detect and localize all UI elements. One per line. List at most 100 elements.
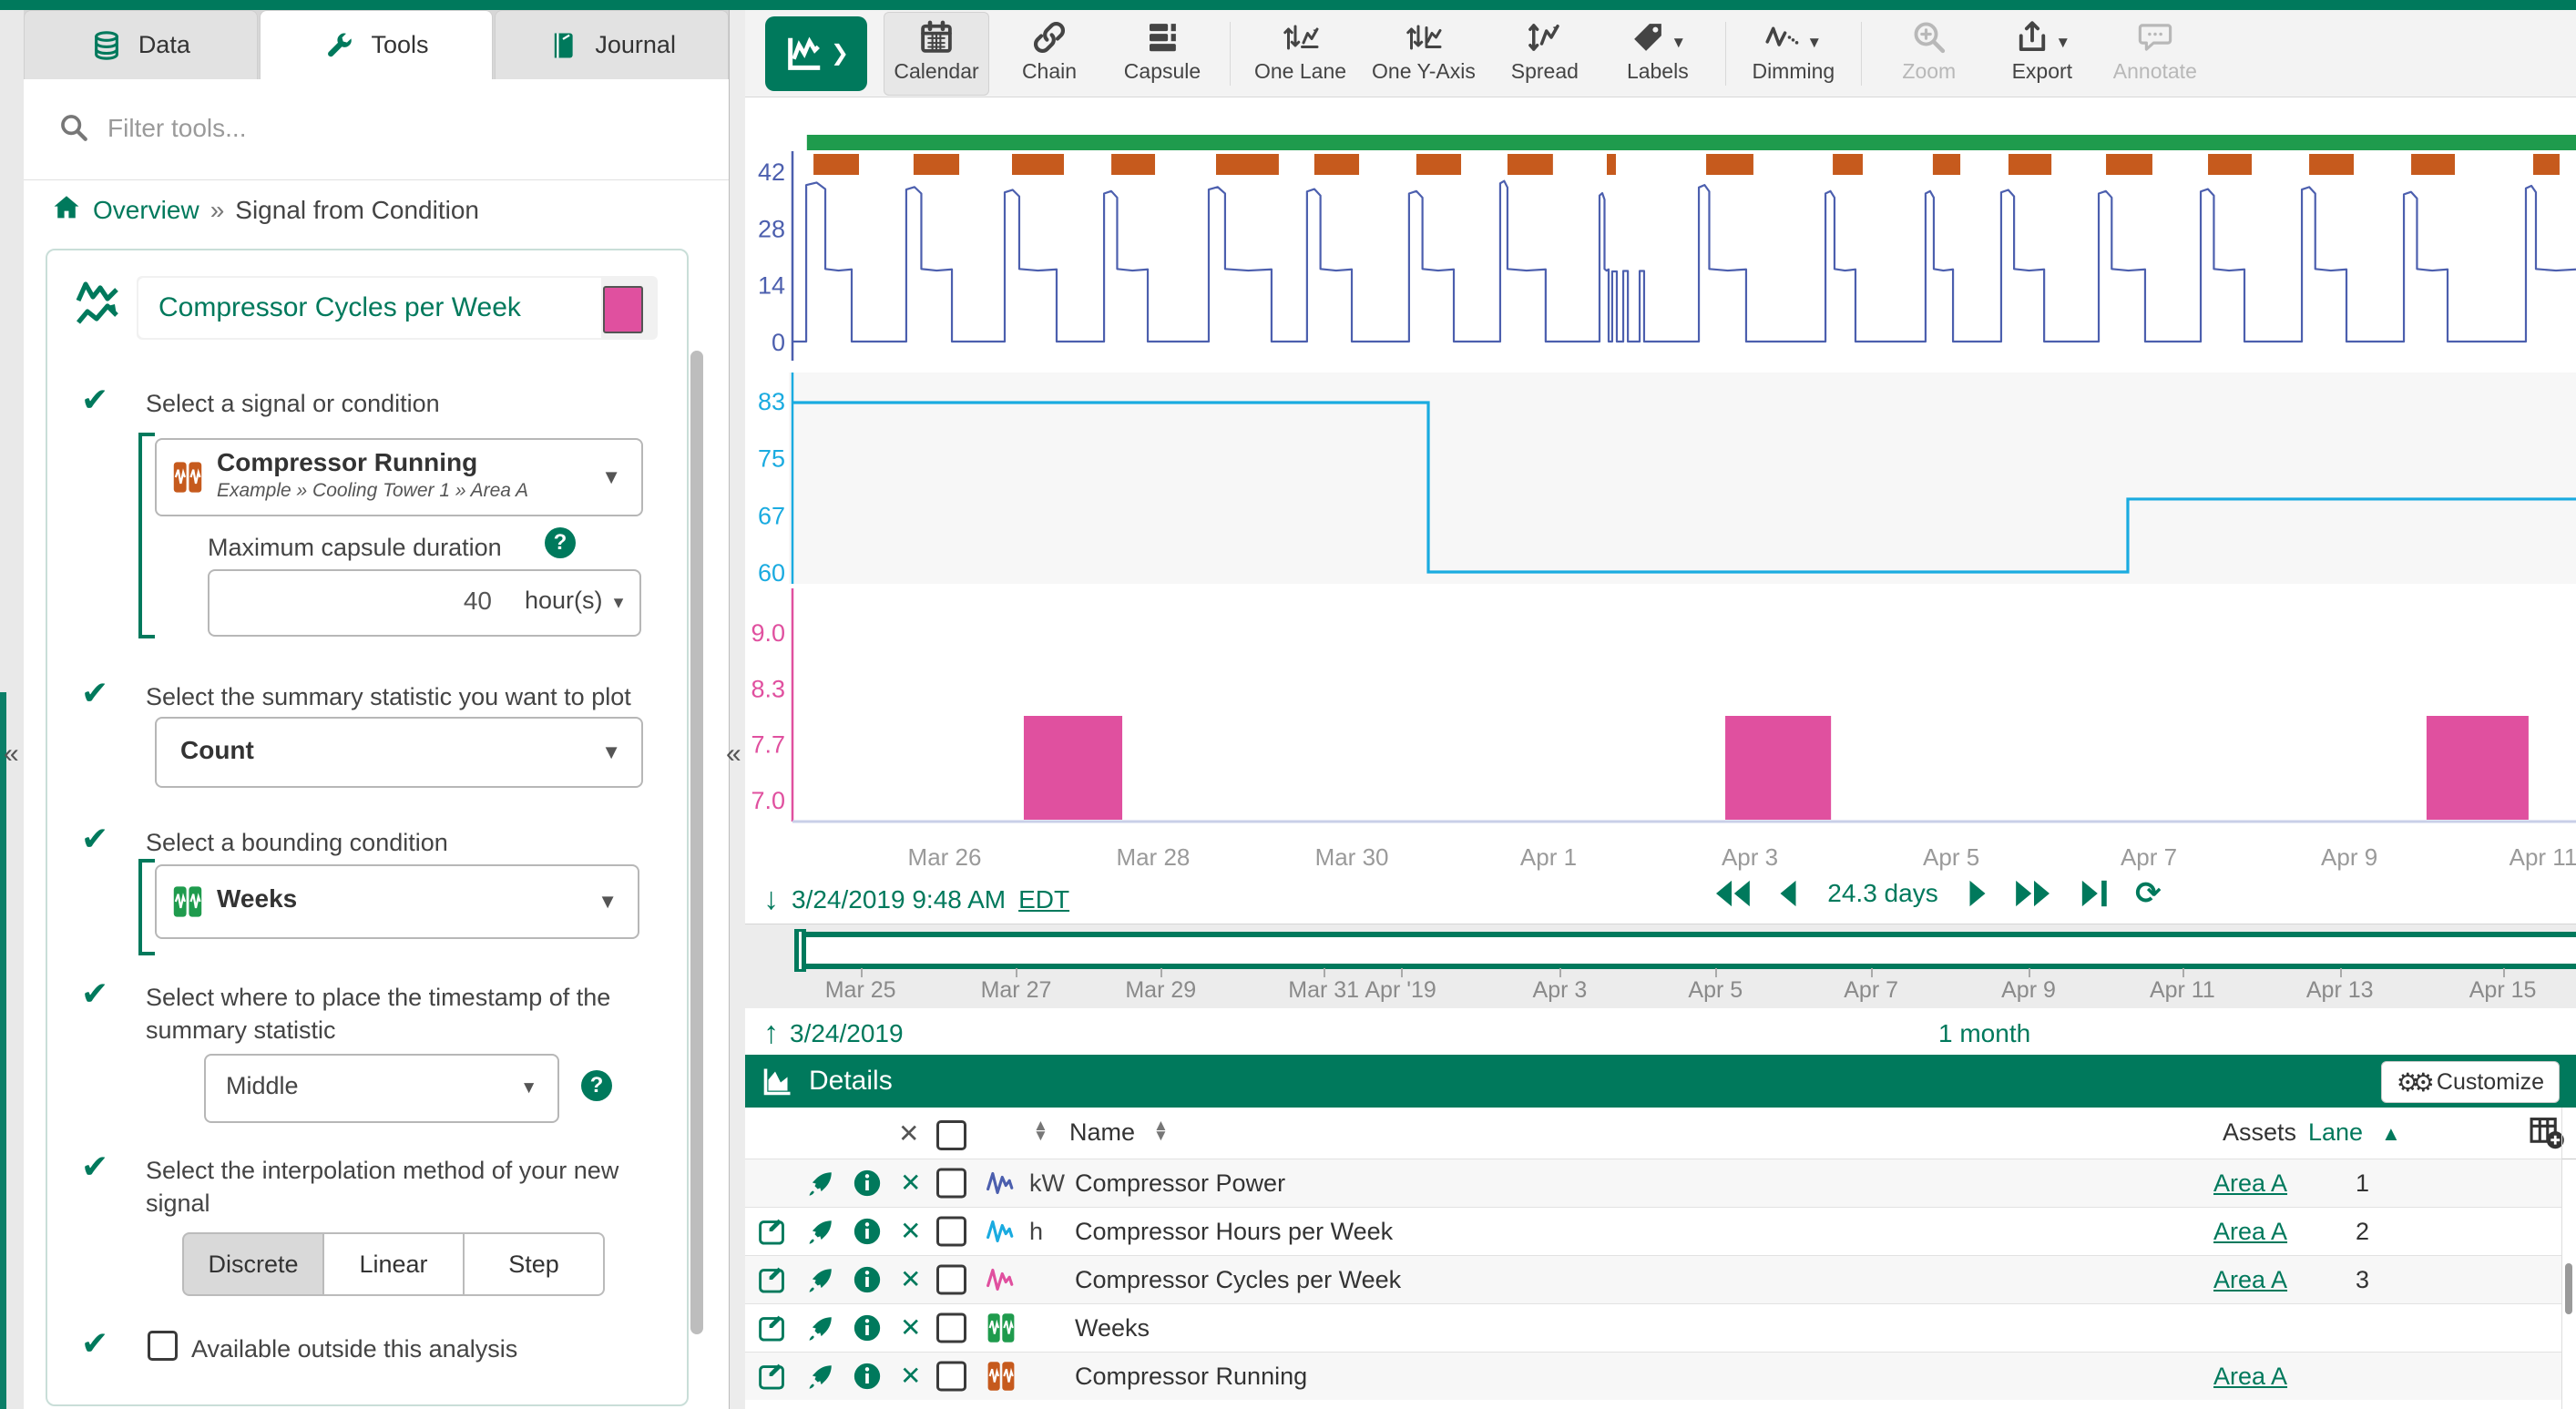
max-capsule-unit-select[interactable]: hour(s) ▼ xyxy=(508,569,641,637)
tab-tools[interactable]: Tools xyxy=(260,10,494,79)
sidebar-scrollbar[interactable] xyxy=(690,351,703,1334)
column-name-label[interactable]: Name xyxy=(1069,1118,1135,1147)
rocket-icon[interactable] xyxy=(805,1264,836,1295)
available-checkbox[interactable] xyxy=(148,1331,178,1361)
bar-compressor-cycles[interactable] xyxy=(2427,716,2529,820)
signal-select[interactable]: Compressor Running Example » Cooling Tow… xyxy=(155,438,643,516)
breadcrumb-overview-link[interactable]: Overview xyxy=(93,196,199,225)
table-row[interactable]: ✕kWCompressor PowerArea A1 xyxy=(745,1159,2561,1207)
tool-calendar[interactable]: Calendar xyxy=(884,12,989,96)
step-back-fast-icon[interactable] xyxy=(1711,878,1753,909)
filter-tools-input[interactable] xyxy=(106,105,692,152)
timeline-selection[interactable] xyxy=(800,932,2576,969)
capsule-compressor-running[interactable] xyxy=(2106,154,2152,175)
collapse-left-icon[interactable]: « xyxy=(4,739,19,770)
capsule-compressor-running[interactable] xyxy=(1111,154,1155,175)
capsule-compressor-running[interactable] xyxy=(2309,154,2354,175)
interp-option-step[interactable]: Step xyxy=(465,1232,605,1296)
tab-data[interactable]: Data xyxy=(24,10,258,79)
remove-icon[interactable]: ✕ xyxy=(900,1363,921,1389)
timeline-bar[interactable]: Mar 25Mar 27Mar 29Mar 31Apr '19Apr 3Apr … xyxy=(745,924,2576,1009)
sort-icon[interactable]: ▲▼ xyxy=(1153,1121,1169,1140)
bar-compressor-cycles[interactable] xyxy=(1725,716,1831,820)
capsule-compressor-running[interactable] xyxy=(813,154,859,175)
tool-dimming[interactable]: ▼Dimming xyxy=(1741,12,1846,96)
interp-option-discrete[interactable]: Discrete xyxy=(182,1232,324,1296)
tool-labels[interactable]: ▼Labels xyxy=(1605,12,1711,96)
range-start[interactable]: ↓ 3/24/2019 9:48 AM EDT xyxy=(763,882,1069,917)
investigate-start-value[interactable]: 3/24/2019 xyxy=(790,1019,904,1048)
remove-icon[interactable]: ✕ xyxy=(900,1170,921,1196)
info-icon[interactable] xyxy=(853,1217,882,1246)
capsule-compressor-running[interactable] xyxy=(1833,154,1863,175)
tool-chain[interactable]: Chain xyxy=(997,12,1102,96)
table-row[interactable]: ✕Compressor Cycles per WeekArea A3 xyxy=(745,1255,2561,1303)
table-row[interactable]: ✕Compressor RunningArea A xyxy=(745,1352,2561,1400)
capsule-weeks[interactable] xyxy=(807,135,2576,150)
series-compressor-power[interactable] xyxy=(792,181,2576,342)
left-collapse-strip[interactable]: « xyxy=(0,10,25,1409)
table-row[interactable]: ✕ Weeks xyxy=(745,1303,2561,1352)
rocket-icon[interactable] xyxy=(805,1312,836,1343)
remove-icon[interactable]: ✕ xyxy=(900,1315,921,1341)
add-column-icon[interactable] xyxy=(2529,1115,2565,1151)
trend-chart[interactable]: 4228140837567609.08.37.77.0Mar 26Mar 28M… xyxy=(745,97,2576,876)
capsule-compressor-running[interactable] xyxy=(1012,154,1064,175)
collapse-panel-icon[interactable]: « xyxy=(726,739,741,770)
customize-button[interactable]: ⚙⚙ Customize xyxy=(2381,1061,2560,1103)
range-start-value[interactable]: 3/24/2019 9:48 AM xyxy=(792,885,1006,914)
capsule-compressor-running[interactable] xyxy=(1706,154,1753,175)
refresh-icon[interactable]: ⟳ xyxy=(2135,878,2162,909)
row-checkbox[interactable] xyxy=(936,1265,966,1295)
edit-icon[interactable] xyxy=(758,1264,789,1295)
tool-one-lane[interactable]: One Lane xyxy=(1245,12,1355,96)
capsule-compressor-running[interactable] xyxy=(2411,154,2455,175)
bar-compressor-cycles[interactable] xyxy=(1024,716,1122,820)
capsule-compressor-running[interactable] xyxy=(1314,154,1359,175)
info-icon[interactable] xyxy=(853,1265,882,1294)
tool-one-y-axis[interactable]: One Y-Axis xyxy=(1363,12,1485,96)
timeline-selection-handle[interactable] xyxy=(794,929,806,972)
stat-select[interactable]: Count ▼ xyxy=(155,717,643,788)
item-name[interactable]: Compressor Power xyxy=(1075,1169,1285,1198)
capsule-compressor-running[interactable] xyxy=(1607,154,1616,175)
remove-all-icon[interactable]: ✕ xyxy=(898,1118,919,1149)
rocket-icon[interactable] xyxy=(805,1168,836,1199)
capsule-compressor-running[interactable] xyxy=(1933,154,1960,175)
item-name[interactable]: Compressor Cycles per Week xyxy=(1075,1266,1401,1294)
capsule-compressor-running[interactable] xyxy=(2533,154,2560,175)
table-row[interactable]: ✕hCompressor Hours per WeekArea A2 xyxy=(745,1207,2561,1255)
asset-link[interactable]: Area A xyxy=(2213,1218,2287,1246)
timestamp-select[interactable]: Middle ▼ xyxy=(204,1054,559,1123)
edit-icon[interactable] xyxy=(758,1216,789,1247)
tool-capsule[interactable]: Capsule xyxy=(1109,12,1215,96)
home-icon[interactable] xyxy=(51,192,82,230)
remove-icon[interactable]: ✕ xyxy=(900,1267,921,1292)
capsule-compressor-running[interactable] xyxy=(2208,154,2252,175)
info-icon[interactable] xyxy=(853,1169,882,1198)
item-name[interactable]: Weeks xyxy=(1075,1314,1150,1343)
edit-icon[interactable] xyxy=(758,1361,789,1392)
item-name[interactable]: Compressor Hours per Week xyxy=(1075,1218,1393,1246)
capsule-compressor-running[interactable] xyxy=(1216,154,1279,175)
investigate-duration[interactable]: 1 month xyxy=(1938,1019,2030,1048)
info-icon[interactable] xyxy=(853,1362,882,1391)
capsule-compressor-running[interactable] xyxy=(1416,154,1461,175)
asset-link[interactable]: Area A xyxy=(2213,1266,2287,1294)
remove-icon[interactable]: ✕ xyxy=(900,1219,921,1244)
step-back-icon[interactable] xyxy=(1776,878,1800,909)
panel-divider[interactable]: « xyxy=(729,10,747,1409)
lane-sort-asc-icon[interactable]: ▲ xyxy=(2381,1122,2401,1146)
range-duration[interactable]: 24.3 days xyxy=(1824,879,1942,908)
result-color-swatch[interactable] xyxy=(603,286,643,333)
step-forward-fast-icon[interactable] xyxy=(2013,878,2055,909)
investigate-start[interactable]: ↑ 3/24/2019 xyxy=(763,1016,904,1051)
step-forward-icon[interactable] xyxy=(1966,878,1989,909)
capsule-compressor-running[interactable] xyxy=(1508,154,1553,175)
help-icon[interactable]: ? xyxy=(581,1070,612,1101)
capsule-compressor-running[interactable] xyxy=(2009,154,2051,175)
trend-view-button[interactable]: ❯ xyxy=(765,16,867,91)
timezone-link[interactable]: EDT xyxy=(1018,885,1069,914)
row-checkbox[interactable] xyxy=(936,1169,966,1199)
skip-to-now-icon[interactable] xyxy=(2079,878,2111,909)
